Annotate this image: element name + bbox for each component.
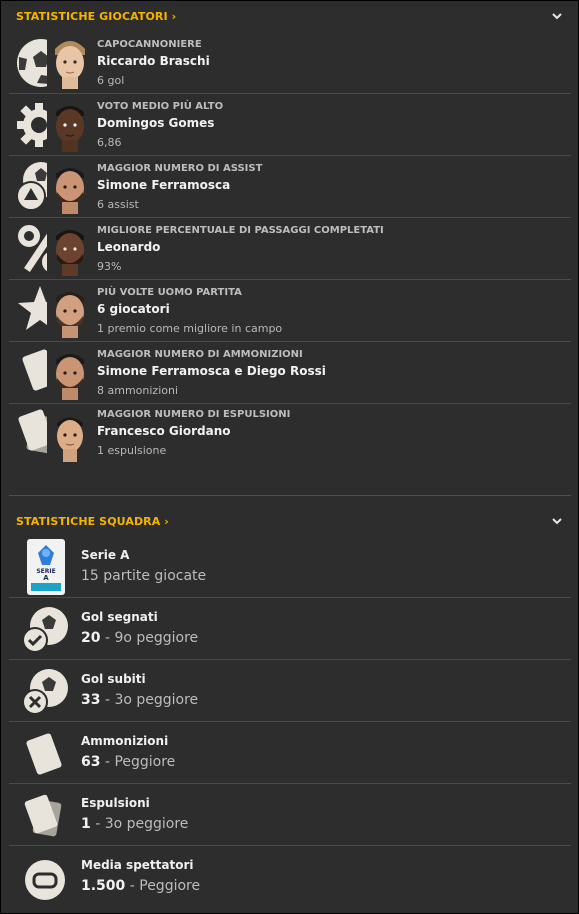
stat-value: 1 premio come migliore in campo	[97, 322, 283, 335]
stat-label: Espulsioni	[81, 796, 150, 810]
player-name[interactable]: Riccardo Braschi	[97, 54, 210, 68]
red-card-icon	[24, 794, 62, 837]
stat-label: Ammonizioni	[81, 734, 169, 748]
team-stat-row[interactable]: Gol subiti 33 - 3o peggiore	[9, 660, 571, 722]
stat-category-label: MAGGIOR NUMERO DI ASSIST	[97, 163, 263, 174]
stat-label: Gol subiti	[81, 672, 146, 686]
stat-value: 6 assist	[97, 198, 139, 211]
collapse-chevron-icon[interactable]	[550, 9, 564, 23]
team-section-header[interactable]: STATISTICHE SQUADRA ›	[1, 506, 578, 536]
stat-value: 20 - 9o peggiore	[81, 630, 199, 646]
team-stat-row[interactable]: SERIE A Serie A 15 partite giocate	[9, 536, 571, 598]
players-section-header[interactable]: STATISTICHE GIOCATORI ›	[1, 1, 578, 31]
player-stat-row[interactable]: MAGGIOR NUMERO DI ESPULSIONI Francesco G…	[9, 404, 571, 466]
player-portrait	[47, 284, 93, 338]
team-stat-row[interactable]: Gol segnati 20 - 9o peggiore	[9, 598, 571, 660]
yellow-card-icon	[26, 733, 62, 775]
player-stat-row[interactable]: VOTO MEDIO PIÙ ALTO Domingos Gomes 6,86	[9, 94, 571, 156]
player-name[interactable]: Leonardo	[97, 240, 160, 254]
serie-a-logo-icon: SERIE A	[27, 539, 65, 595]
team-section-title[interactable]: STATISTICHE SQUADRA ›	[16, 515, 169, 528]
svg-text:A: A	[43, 574, 49, 582]
team-stat-row[interactable]: Ammonizioni 63 - Peggiore	[9, 722, 571, 784]
team-stat-row[interactable]: Espulsioni 1 - 3o peggiore	[9, 784, 571, 846]
player-stat-row[interactable]: MAGGIOR NUMERO DI ASSIST Simone Ferramos…	[9, 156, 571, 218]
player-portrait	[47, 35, 93, 89]
stat-value: 6,86	[97, 136, 122, 149]
stat-value: 33 - 3o peggiore	[81, 692, 199, 708]
stat-label: Gol segnati	[81, 610, 158, 624]
player-portrait	[47, 408, 93, 462]
player-stat-row[interactable]: CAPOCANNONIERE Riccardo Braschi 6 gol	[9, 31, 571, 94]
stat-value: 6 gol	[97, 74, 125, 87]
goals-scored-icon	[22, 607, 68, 653]
player-name[interactable]: Francesco Giordano	[97, 424, 231, 438]
player-portrait	[47, 346, 93, 400]
stat-category-label: CAPOCANNONIERE	[97, 39, 202, 50]
player-name[interactable]: Simone Ferramosca e Diego Rossi	[97, 364, 326, 378]
player-name[interactable]: Simone Ferramosca	[97, 178, 230, 192]
stats-panel: STATISTICHE GIOCATORI › CAPOCANNONIERE R…	[1, 1, 578, 913]
player-name[interactable]: Domingos Gomes	[97, 116, 214, 130]
players-section-title[interactable]: STATISTICHE GIOCATORI ›	[16, 10, 176, 23]
matches-played: 15 partite giocate	[81, 568, 207, 584]
stat-value: 1 - 3o peggiore	[81, 816, 189, 832]
stat-value: 1.500 - Peggiore	[81, 878, 201, 894]
player-name[interactable]: 6 giocatori	[97, 302, 170, 316]
stat-label: Media spettatori	[81, 858, 194, 872]
stat-category-label: MAGGIOR NUMERO DI AMMONIZIONI	[97, 349, 303, 360]
stat-category-label: MAGGIOR NUMERO DI ESPULSIONI	[97, 409, 291, 420]
player-stat-row[interactable]: MAGGIOR NUMERO DI AMMONIZIONI Simone Fer…	[9, 342, 571, 404]
player-portrait	[47, 222, 93, 276]
team-stat-row[interactable]: Media spettatori 1.500 - Peggiore	[9, 846, 571, 907]
player-stat-row[interactable]: PIÙ VOLTE UOMO PARTITA 6 giocatori 1 pre…	[9, 280, 571, 342]
stat-category-label: VOTO MEDIO PIÙ ALTO	[97, 101, 224, 112]
stat-value: 63 - Peggiore	[81, 754, 176, 770]
player-portrait	[47, 98, 93, 152]
section-divider	[9, 495, 571, 496]
player-stat-row[interactable]: MIGLIORE PERCENTUALE DI PASSAGGI COMPLET…	[9, 218, 571, 280]
stat-category-label: MIGLIORE PERCENTUALE DI PASSAGGI COMPLET…	[97, 225, 384, 236]
stat-value: 1 espulsione	[97, 444, 167, 457]
competition-name: Serie A	[81, 548, 130, 562]
goals-conceded-icon	[22, 669, 68, 715]
stadium-icon	[25, 860, 65, 900]
stat-category-label: PIÙ VOLTE UOMO PARTITA	[97, 287, 242, 298]
collapse-chevron-icon[interactable]	[550, 514, 564, 528]
player-portrait	[47, 160, 93, 214]
stat-value: 8 ammonizioni	[97, 384, 179, 397]
stat-value: 93%	[97, 260, 122, 273]
